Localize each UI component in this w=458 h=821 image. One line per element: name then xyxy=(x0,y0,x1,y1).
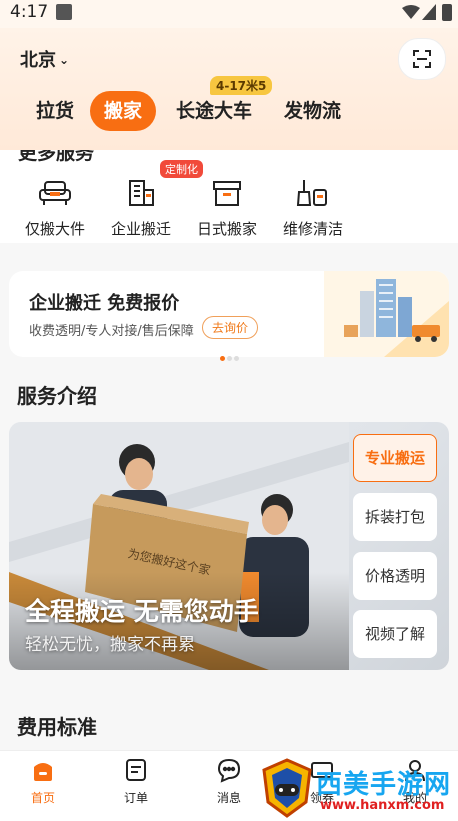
nav-label: 首页 xyxy=(30,791,55,805)
promo-subtitle: 收费透明/专人对接/售后保障 xyxy=(29,324,194,339)
intro-tab-transparent-pricing[interactable]: 价格透明 xyxy=(353,552,437,600)
service-label: 企业搬迁 xyxy=(110,220,171,238)
more-services-title: 更多服务 xyxy=(18,150,95,164)
carousel-indicator xyxy=(0,346,458,365)
intro-tab-professional-moving[interactable]: 专业搬运 xyxy=(353,434,437,482)
nav-orders[interactable]: 订单 xyxy=(96,757,176,806)
fee-standard-title: 费用标准 xyxy=(17,715,97,739)
service-label: 维修清洁 xyxy=(282,220,343,238)
banner-heading: 全程搬运 无需您动手 xyxy=(25,597,259,626)
notification-icon xyxy=(56,4,72,20)
more-services-section: 更多服务 仅搬大件 企业搬迁 定制化 日式搬家 维修清洁 xyxy=(0,150,458,243)
home-icon xyxy=(34,763,52,781)
banner-subheading: 轻松无忧，搬家不再累 xyxy=(25,635,195,655)
nav-messages[interactable]: 消息 xyxy=(189,757,269,806)
scan-button[interactable] xyxy=(398,38,446,80)
service-repair-cleaning[interactable]: 维修清洁 xyxy=(270,178,356,239)
tab-logistics[interactable]: 发物流 xyxy=(284,91,341,131)
service-intro-banner: 为您搬好这个家 全程搬运 无需您动手 轻松无忧，搬家不再累 专业搬运 拆装打包 … xyxy=(9,422,449,670)
tab-freight[interactable]: 拉货 xyxy=(36,91,74,131)
service-large-items[interactable]: 仅搬大件 xyxy=(12,178,98,239)
signal-icon xyxy=(422,4,436,20)
storage-box-icon xyxy=(213,181,241,206)
scan-icon xyxy=(413,50,431,68)
chevron-down-icon: ⌄ xyxy=(59,53,70,67)
main-content[interactable]: 更多服务 仅搬大件 企业搬迁 定制化 日式搬家 维修清洁 企业搬迁 免费报价 收… xyxy=(0,150,458,750)
watermark-shield-icon xyxy=(262,758,312,818)
service-japanese-moving[interactable]: 日式搬家 xyxy=(184,178,270,239)
header: 北京 ⌄ 拉货 搬家 长途大车 4-17米5 发物流 xyxy=(0,28,458,150)
promo-title: 企业搬迁 免费报价 xyxy=(29,293,180,314)
nav-label: 消息 xyxy=(216,791,241,805)
long-haul-badge: 4-17米5 xyxy=(210,76,273,95)
promo-inquiry-button[interactable]: 去询价 xyxy=(202,316,259,339)
office-building-icon xyxy=(129,180,154,206)
intro-tab-video[interactable]: 视频了解 xyxy=(353,610,437,658)
message-icon xyxy=(217,758,241,783)
custom-tag: 定制化 xyxy=(160,160,203,178)
service-label: 仅搬大件 xyxy=(24,220,85,238)
city-label: 北京 xyxy=(20,50,56,71)
watermark: 西美手游网 www.hanxm.com xyxy=(260,758,458,820)
nav-home[interactable]: 首页 xyxy=(3,757,83,806)
wifi-icon xyxy=(402,5,420,19)
promo-banner[interactable]: 企业搬迁 免费报价 收费透明/专人对接/售后保障 去询价 xyxy=(9,271,449,357)
service-intro-title: 服务介绍 xyxy=(17,384,97,408)
service-label: 日式搬家 xyxy=(196,220,257,238)
cleaning-icon xyxy=(296,180,327,206)
status-bar: 4:17 xyxy=(0,0,458,28)
intro-tab-packing[interactable]: 拆装打包 xyxy=(353,493,437,541)
tab-moving[interactable]: 搬家 xyxy=(90,91,157,131)
city-selector[interactable]: 北京 ⌄ xyxy=(20,46,69,72)
battery-icon xyxy=(442,4,452,21)
watermark-url: www.hanxm.com xyxy=(320,798,445,813)
service-tabs: 拉货 搬家 长途大车 4-17米5 发物流 xyxy=(0,76,458,133)
order-icon xyxy=(126,759,146,781)
tab-long-haul[interactable]: 长途大车 xyxy=(176,91,252,131)
nav-label: 订单 xyxy=(123,791,148,805)
watermark-title: 西美手游网 xyxy=(316,770,452,800)
sofa-icon xyxy=(39,181,71,205)
office-illustration xyxy=(324,271,449,357)
service-office-moving[interactable]: 企业搬迁 xyxy=(98,178,184,239)
status-time: 4:17 xyxy=(10,2,49,22)
